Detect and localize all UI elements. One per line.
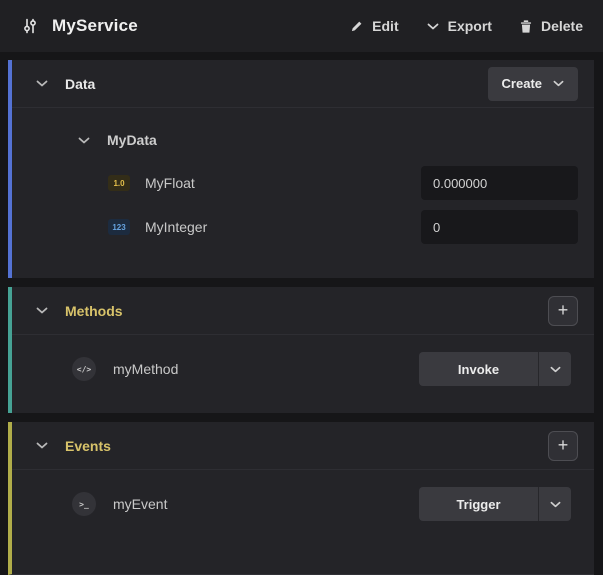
field-name: MyFloat [145, 175, 195, 191]
event-terminal-icon: >_ [72, 492, 96, 516]
events-section-title: Events [65, 437, 111, 454]
methods-collapse-chevron-icon[interactable] [34, 305, 50, 316]
myinteger-value-input[interactable] [421, 210, 578, 244]
methods-section-title: Methods [65, 302, 123, 319]
main-content: Data Create MyData 1.0 MyFloat 0.000000 … [0, 52, 603, 575]
create-label: Create [501, 76, 542, 91]
trash-icon [520, 19, 532, 33]
top-actions: Edit Export Delete [350, 18, 583, 34]
method-name: myMethod [113, 361, 179, 377]
myfloat-value-input[interactable] [421, 166, 578, 200]
trigger-button[interactable]: Trigger [419, 487, 538, 521]
invoke-split-button: Invoke [419, 352, 571, 386]
mydata-collapse-chevron-icon[interactable] [76, 135, 92, 146]
field-row-myinteger: 123 MyInteger [12, 210, 578, 244]
events-section-header: Events + [12, 422, 594, 470]
edit-label: Edit [372, 18, 399, 34]
delete-label: Delete [540, 18, 583, 34]
data-section: Data Create MyData 1.0 MyFloat 0.000000 … [8, 60, 594, 278]
chevron-down-icon [427, 23, 439, 30]
integer-type-badge-icon: 123 [108, 219, 130, 235]
create-button[interactable]: Create [487, 66, 578, 101]
invoke-options-chevron-icon[interactable] [538, 352, 571, 386]
data-section-body: MyData 1.0 MyFloat 123 MyInteger [12, 108, 594, 278]
methods-section: Methods + </> myMethod Invoke [8, 287, 594, 413]
method-code-icon: </> [72, 357, 96, 381]
add-event-button[interactable]: + [548, 430, 578, 461]
trigger-split-button: Trigger [419, 487, 571, 521]
events-section: Events + >_ myEvent Trigger [8, 422, 594, 575]
field-row-myfloat: 1.0 MyFloat [12, 166, 578, 200]
topbar: MyService Edit Export Delete [0, 0, 603, 52]
field-name: MyInteger [145, 219, 208, 235]
events-collapse-chevron-icon[interactable] [34, 440, 50, 451]
group-label: MyData [107, 132, 157, 148]
export-button[interactable]: Export [427, 18, 492, 34]
invoke-button[interactable]: Invoke [419, 352, 538, 386]
methods-section-header: Methods + [12, 287, 594, 335]
group-row-mydata[interactable]: MyData [12, 124, 578, 156]
data-section-title: Data [65, 75, 96, 92]
trigger-options-chevron-icon[interactable] [538, 487, 571, 521]
chevron-down-icon [553, 80, 564, 87]
event-row-myevent: >_ myEvent Trigger [12, 470, 594, 548]
data-collapse-chevron-icon[interactable] [34, 78, 50, 89]
data-section-header: Data Create [12, 60, 594, 108]
method-row-mymethod: </> myMethod Invoke [12, 335, 594, 413]
app-window: MyService Edit Export Delete Data Create… [0, 0, 603, 575]
service-title-group: MyService [22, 16, 138, 36]
delete-button[interactable]: Delete [520, 18, 583, 34]
edit-button[interactable]: Edit [350, 18, 399, 34]
pencil-icon [350, 20, 363, 33]
add-method-button[interactable]: + [548, 295, 578, 326]
float-type-badge-icon: 1.0 [108, 175, 130, 191]
service-sliders-icon [22, 18, 38, 34]
page-title: MyService [52, 16, 138, 35]
export-label: Export [447, 18, 492, 34]
event-name: myEvent [113, 496, 168, 512]
